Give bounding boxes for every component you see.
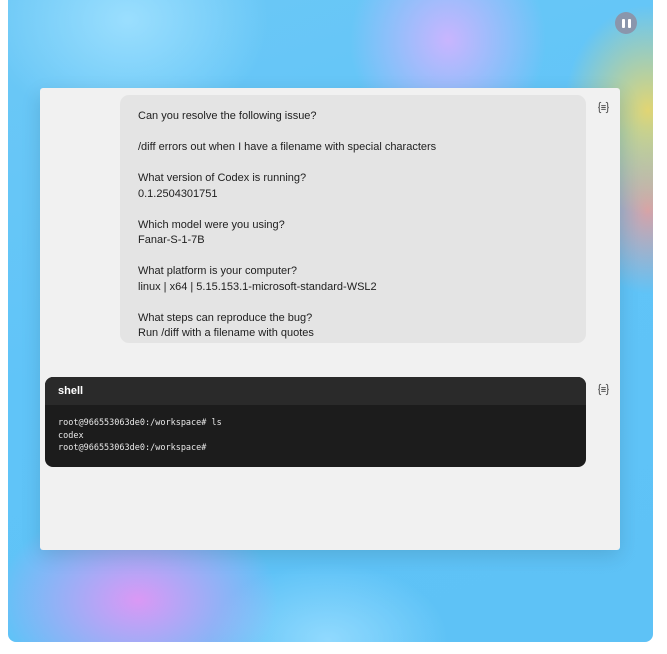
message-json-icon[interactable] <box>596 382 610 396</box>
user-message-line: Can you resolve the following issue? <box>138 110 317 122</box>
pause-button[interactable] <box>615 12 637 34</box>
pause-icon <box>621 18 625 28</box>
user-message-line: What version of Codex is running? 0.1.25… <box>138 172 307 200</box>
user-message-line: What platform is your computer? linux | … <box>138 265 377 293</box>
pause-icon-bar <box>627 18 631 28</box>
shell-line: codex <box>58 430 84 441</box>
message-json-icon[interactable] <box>596 100 610 114</box>
chat-panel: Can you resolve the following issue? /di… <box>40 88 620 550</box>
user-message-line: Which model were you using? Fanar-S-1-7B <box>138 218 285 247</box>
shell-line: root@966553063de0:/workspace# ls <box>58 418 222 428</box>
shell-output-block: shell root@966553063de0:/workspace# ls c… <box>45 377 586 467</box>
desktop-background: Can you resolve the following issue? /di… <box>8 0 653 642</box>
shell-title: shell <box>45 377 586 405</box>
user-message-line: /diff errors out when I have a filename … <box>138 141 437 153</box>
user-message-bubble: Can you resolve the following issue? /di… <box>120 95 586 343</box>
shell-body: root@966553063de0:/workspace# ls codex r… <box>45 405 586 467</box>
shell-line: root@966553063de0:/workspace# <box>58 443 207 453</box>
user-message-line: What steps can reproduce the bug? Run /d… <box>138 311 314 340</box>
